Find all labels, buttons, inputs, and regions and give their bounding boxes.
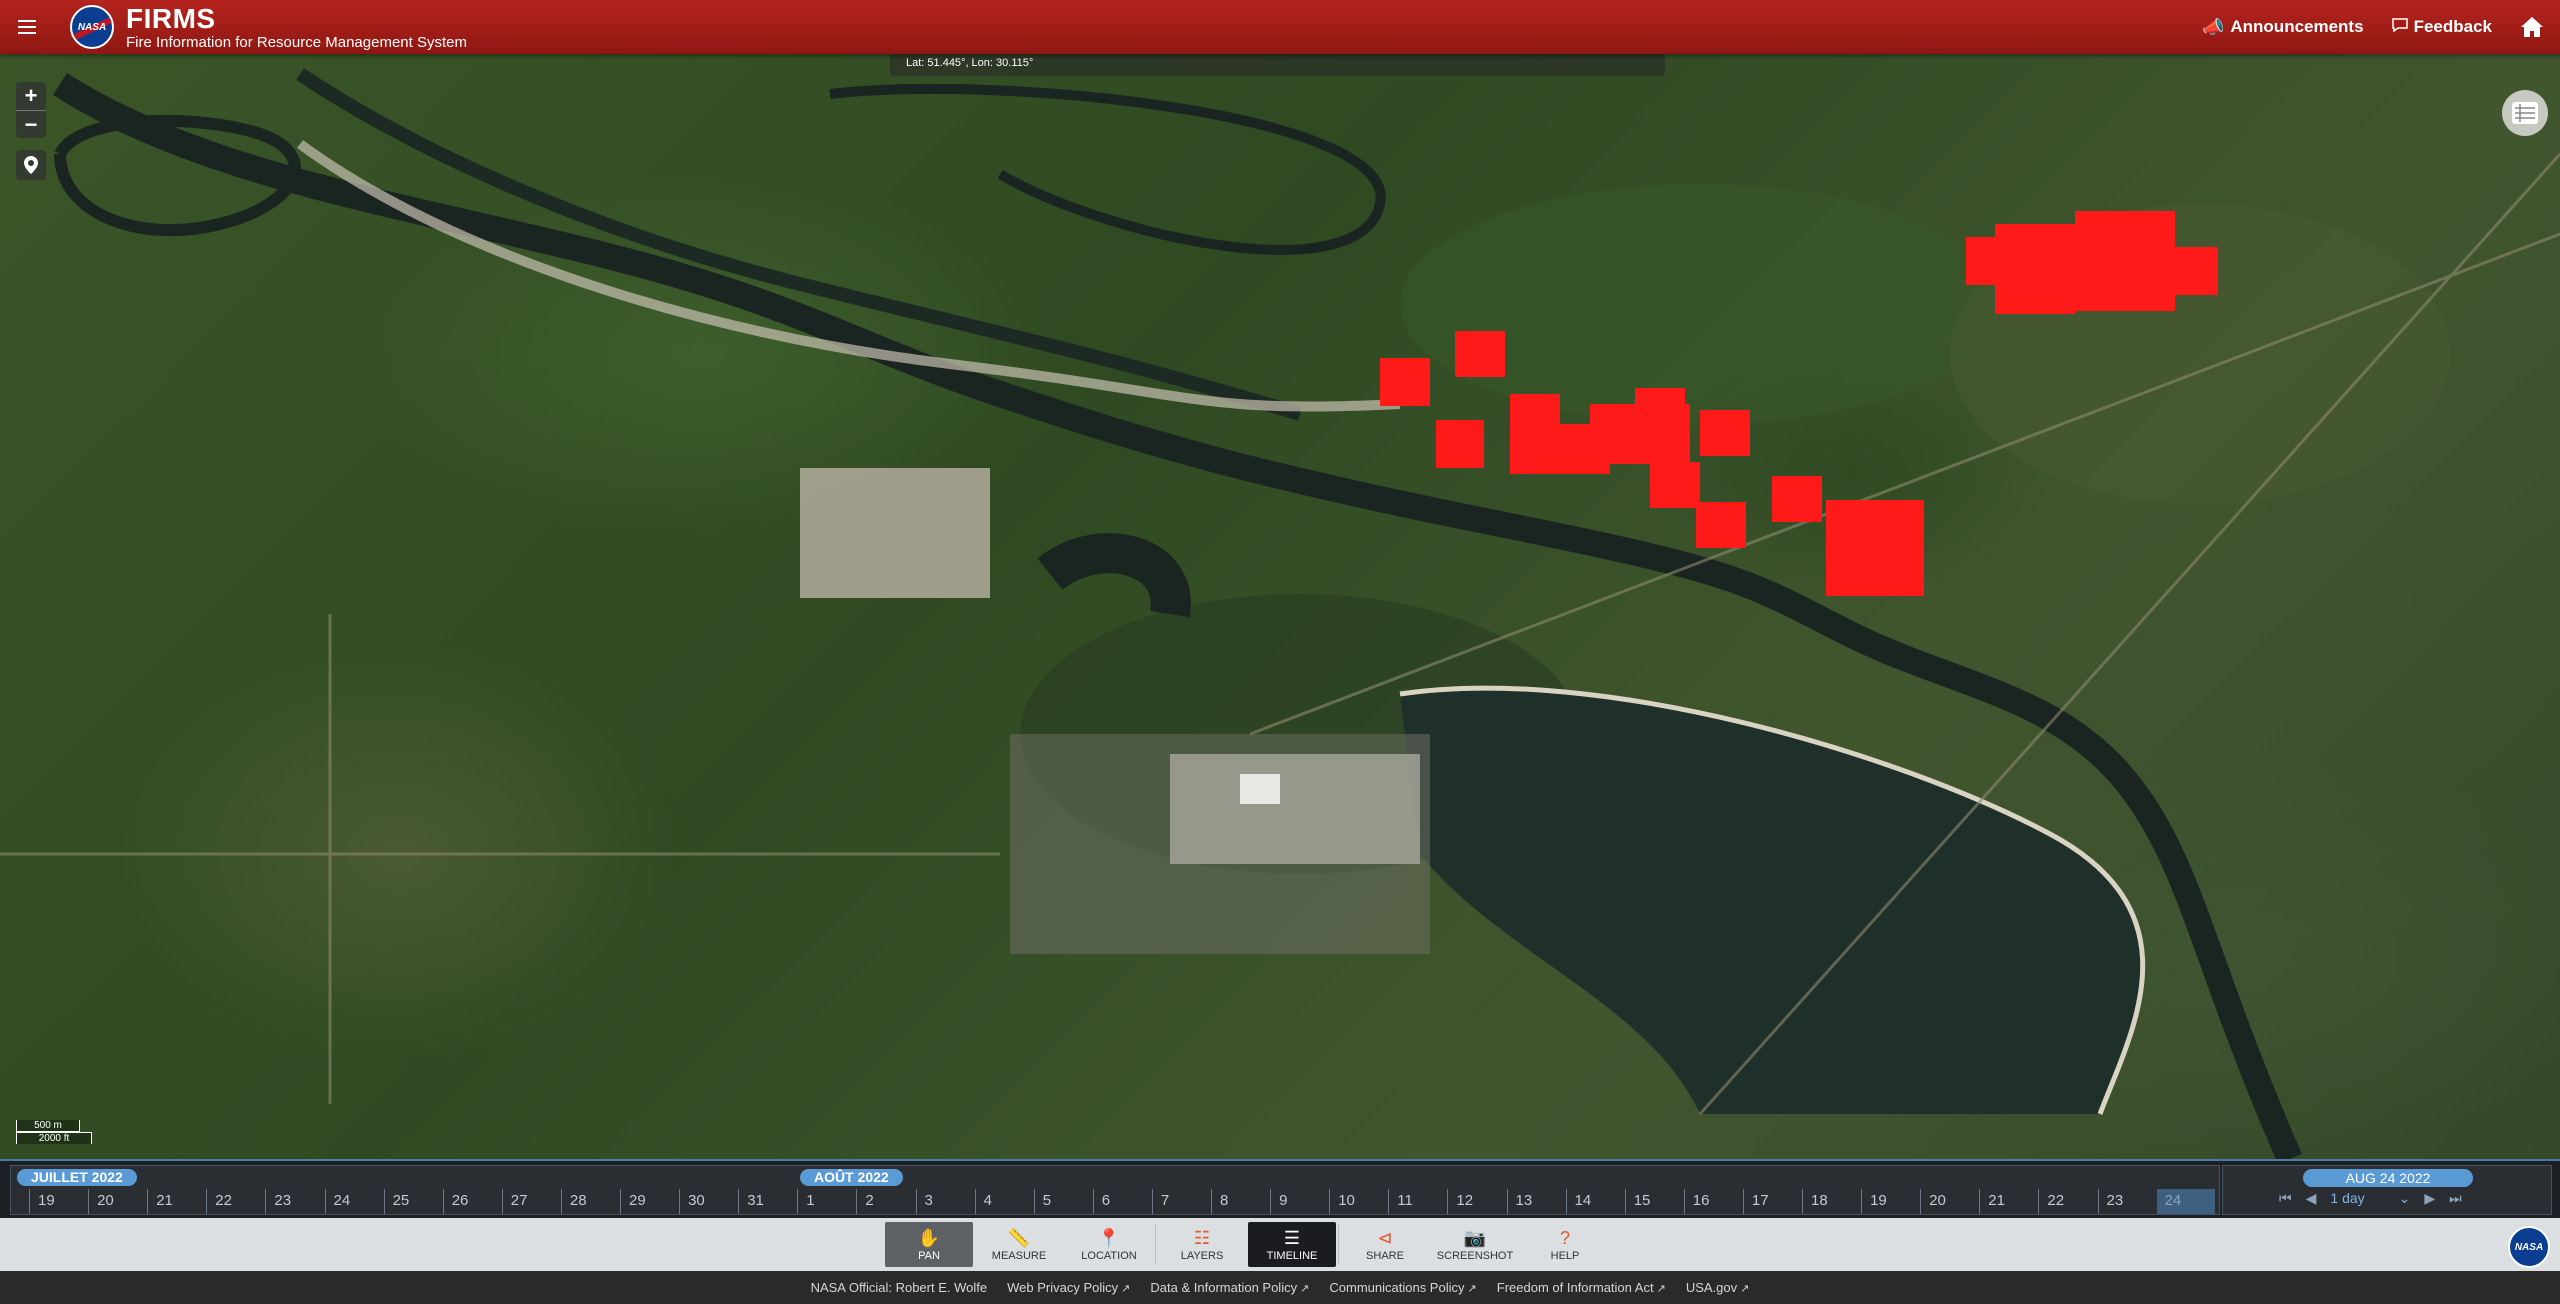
footer-link-communications[interactable]: Communications Policy (1329, 1280, 1476, 1295)
zoom-control: + − (16, 82, 46, 138)
coordinate-readout: Lat: 51.445°, Lon: 30.115° (890, 54, 1665, 76)
timeline-day[interactable]: 31 (738, 1189, 796, 1214)
timeline-day[interactable]: 27 (501, 1189, 560, 1214)
location-pin-icon[interactable] (16, 150, 46, 180)
timeline-controls: AUG 24 2022 ⏮ ◀ 1 day ⌄ ▶ ⏭ (2222, 1165, 2552, 1215)
layers-icon: ☷ (1193, 1227, 1211, 1248)
nasa-logo-corner: NASA (2508, 1226, 2550, 1268)
timeline-day[interactable]: 7 (1151, 1189, 1210, 1214)
timeline-day[interactable]: 5 (1033, 1189, 1092, 1214)
home-icon[interactable] (2520, 16, 2544, 38)
nasa-official: NASA Official: Robert E. Wolfe (810, 1280, 988, 1295)
timeline-day[interactable]: 24 (2156, 1189, 2215, 1214)
timeline-button[interactable]: ☰ TIMELINE (1248, 1222, 1336, 1267)
timeline-day[interactable]: 9 (1270, 1189, 1328, 1214)
timeline-day[interactable]: 17 (1742, 1189, 1801, 1214)
timeline-day[interactable]: 19 (1861, 1189, 1919, 1214)
current-date[interactable]: AUG 24 2022 (2303, 1169, 2473, 1187)
pan-button[interactable]: ✋ PAN (885, 1222, 973, 1267)
step-back-icon[interactable]: ◀ (2306, 1190, 2317, 1207)
menu-icon[interactable] (0, 0, 54, 54)
nasa-logo[interactable]: NASA (70, 5, 114, 49)
timeline-day[interactable]: 14 (1565, 1189, 1624, 1214)
megaphone-icon: 📣 (2201, 16, 2225, 37)
sliders-icon: ☰ (1283, 1227, 1301, 1248)
feedback-link[interactable]: Feedback (2391, 17, 2492, 37)
timeline-day[interactable]: 20 (1920, 1189, 1978, 1214)
timeline-day[interactable]: 10 (1329, 1189, 1387, 1214)
camera-icon: 📷 (1463, 1227, 1487, 1248)
scale-bar: 500 m 2000 ft (16, 1120, 92, 1144)
speech-bubble-icon (2391, 17, 2408, 37)
interval-select[interactable]: 1 day ⌄ (2330, 1190, 2410, 1207)
brand: FIRMS Fire Information for Resource Mana… (126, 2, 467, 51)
timeline-day[interactable]: 21 (147, 1189, 205, 1214)
zoom-out-button[interactable]: − (16, 110, 46, 138)
app-title: FIRMS (126, 2, 216, 34)
timeline-day[interactable]: 26 (442, 1189, 501, 1214)
timeline-day[interactable]: 3 (915, 1189, 974, 1214)
firms-app: NASA FIRMS Fire Information for Resource… (0, 0, 2560, 1304)
bottom-toolbar: ✋ PAN 📏 MEASURE 📍 LOCATION ☷ LAYERS ☰ TIMELIN… (0, 1218, 2560, 1271)
footer: NASA Official: Robert E. Wolfe Web Priva… (0, 1271, 2560, 1304)
header-actions: 📣 Announcements Feedback (2202, 16, 2560, 38)
timeline-day[interactable]: 8 (1211, 1189, 1269, 1214)
timeline-day[interactable]: 6 (1092, 1189, 1151, 1214)
timeline-day[interactable]: 25 (383, 1189, 442, 1214)
footer-link-privacy[interactable]: Web Privacy Policy (1007, 1280, 1130, 1295)
chevron-down-icon: ⌄ (2398, 1190, 2411, 1206)
footer-link-foia[interactable]: Freedom of Information Act (1497, 1280, 1666, 1295)
map-pin-icon: 📍 (1097, 1227, 1121, 1248)
layer-list-icon[interactable] (2502, 90, 2548, 136)
timeline-day[interactable]: 24 (324, 1189, 383, 1214)
timeline-day[interactable]: 19 (29, 1189, 87, 1214)
screenshot-button[interactable]: 📷 SCREENSHOT (1431, 1222, 1519, 1267)
timeline-day[interactable]: 28 (560, 1189, 619, 1214)
skip-forward-icon[interactable]: ⏭ (2449, 1190, 2462, 1207)
location-button[interactable]: 📍 LOCATION (1065, 1222, 1153, 1267)
timeline-day[interactable]: 22 (206, 1189, 264, 1214)
share-icon: ⊲ (1377, 1227, 1393, 1248)
timeline-day[interactable]: 20 (88, 1189, 146, 1214)
zoom-in-button[interactable]: + (16, 82, 46, 110)
month-label-july: JUILLET 2022 (17, 1169, 137, 1186)
top-header: NASA FIRMS Fire Information for Resource… (0, 0, 2560, 54)
announcements-link[interactable]: 📣 Announcements (2202, 17, 2364, 38)
timeline-day[interactable]: 4 (974, 1189, 1033, 1214)
help-button[interactable]: ? HELP (1521, 1222, 1609, 1267)
timeline-strip[interactable]: JUILLET 2022 AOÛT 2022 19 20 21 22 23 24 25 26 2… (10, 1165, 2220, 1215)
timeline-day[interactable]: 12 (1447, 1189, 1505, 1214)
timeline-days: 19 20 21 22 23 24 25 26 27 28 29 30 31 1 2 3 4 5 6 7 8 9 10 11 1… (11, 1189, 2219, 1214)
layers-button[interactable]: ☷ LAYERS (1158, 1222, 1246, 1267)
month-label-august: AOÛT 2022 (800, 1169, 903, 1186)
footer-link-data-policy[interactable]: Data & Information Policy (1150, 1280, 1309, 1295)
timeline-day[interactable]: 23 (2097, 1189, 2156, 1214)
timeline-day[interactable]: 23 (265, 1189, 323, 1214)
timeline-day[interactable]: 2 (856, 1189, 914, 1214)
timeline-day[interactable]: 22 (2038, 1189, 2096, 1214)
timeline-day[interactable]: 18 (1802, 1189, 1860, 1214)
hand-icon: ✋ (917, 1227, 941, 1248)
timeline-day[interactable]: 30 (679, 1189, 737, 1214)
share-button[interactable]: ⊲ SHARE (1341, 1222, 1429, 1267)
footer-link-usagov[interactable]: USA.gov (1686, 1280, 1750, 1295)
question-icon: ? (1559, 1227, 1570, 1248)
timeline-day[interactable]: 29 (620, 1189, 678, 1214)
measure-button[interactable]: 📏 MEASURE (975, 1222, 1063, 1267)
satellite-map[interactable]: Lat: 51.445°, Lon: 30.115° + − 500 m 200… (0, 54, 2560, 1159)
skip-back-icon[interactable]: ⏮ (2279, 1190, 2292, 1207)
map-imagery (0, 68, 2560, 1159)
app-subtitle: Fire Information for Resource Management… (126, 33, 467, 51)
timeline-day[interactable]: 11 (1388, 1189, 1446, 1214)
timeline-day[interactable]: 1 (797, 1189, 855, 1214)
step-forward-icon[interactable]: ▶ (2424, 1190, 2435, 1207)
timeline-day[interactable]: 16 (1683, 1189, 1742, 1214)
timeline-day[interactable]: 15 (1624, 1189, 1683, 1214)
timeline-day[interactable]: 21 (1979, 1189, 2037, 1214)
timeline-day[interactable]: 13 (1506, 1189, 1565, 1214)
timeline-panel: JUILLET 2022 AOÛT 2022 19 20 21 22 23 24 25 26 2… (0, 1159, 2560, 1218)
ruler-icon: 📏 (1007, 1227, 1031, 1248)
